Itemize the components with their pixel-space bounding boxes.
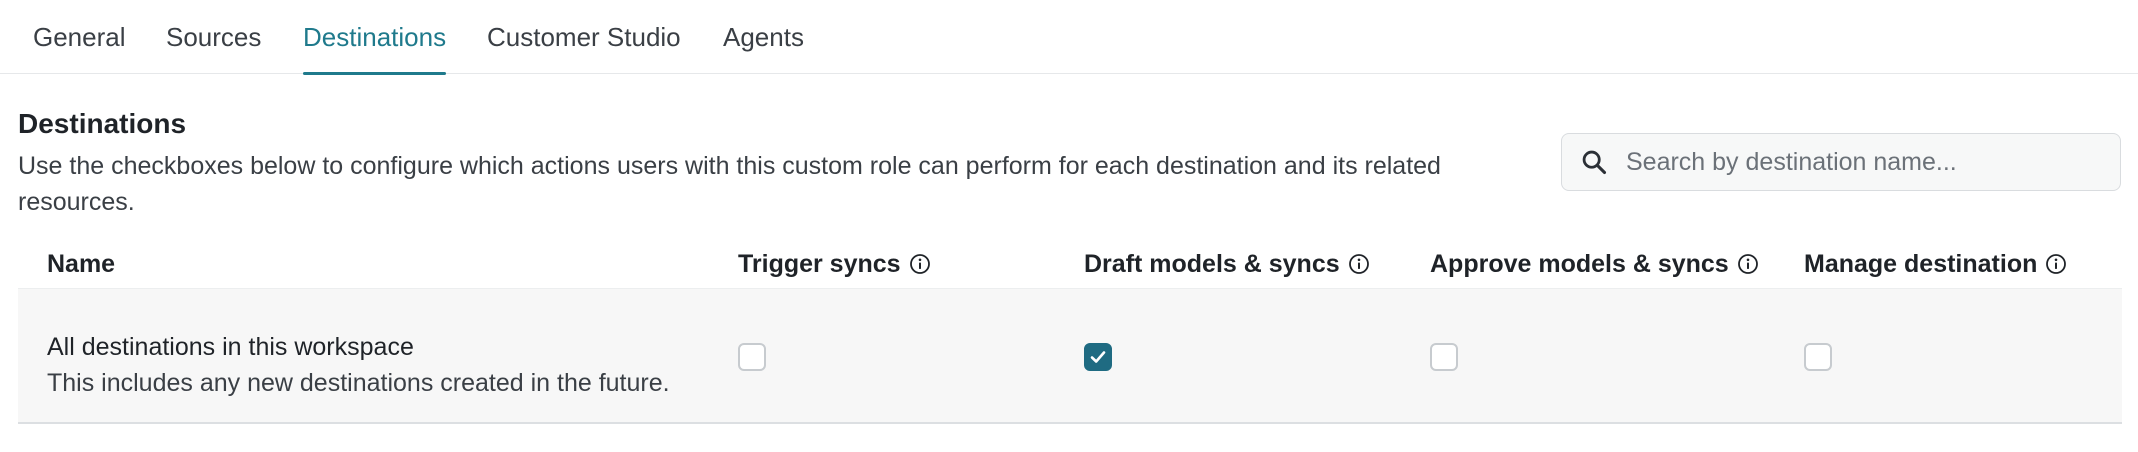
tab-customer-studio[interactable]: Customer Studio	[487, 0, 681, 74]
column-header-approve-models-syncs: Approve models & syncs	[1430, 240, 1759, 288]
trigger-syncs-checkbox[interactable]	[738, 343, 766, 371]
column-header-label: Manage destination	[1804, 249, 2038, 278]
column-header-label: Trigger syncs	[738, 249, 901, 278]
row-subtitle: This includes any new destinations creat…	[47, 369, 670, 397]
search-input[interactable]	[1626, 147, 2106, 177]
column-header-label: Draft models & syncs	[1084, 249, 1340, 278]
destinations-permissions-table: Name Trigger syncs Draft models & syncs …	[18, 240, 2122, 424]
section-description: Use the checkboxes below to configure wh…	[18, 152, 1441, 216]
column-header-label: Name	[47, 249, 116, 278]
table-header: Name Trigger syncs Draft models & syncs …	[18, 240, 2122, 288]
search-box[interactable]	[1561, 133, 2121, 191]
tab-agents[interactable]: Agents	[723, 0, 804, 74]
manage-destination-checkbox[interactable]	[1804, 343, 1832, 371]
column-header-label: Approve models & syncs	[1430, 249, 1729, 278]
checkmark-icon	[1090, 351, 1106, 363]
info-icon[interactable]	[909, 253, 931, 275]
approve-models-syncs-checkbox[interactable]	[1430, 343, 1458, 371]
info-icon[interactable]	[1737, 253, 1759, 275]
section-title: Destinations	[18, 108, 187, 139]
info-icon[interactable]	[2045, 253, 2067, 275]
tab-general[interactable]: General	[33, 0, 126, 74]
row-title: All destinations in this workspace	[47, 333, 414, 361]
column-header-draft-models-syncs: Draft models & syncs	[1084, 240, 1370, 288]
tab-bar: General Sources Destinations Customer St…	[0, 0, 2138, 75]
tab-destinations[interactable]: Destinations	[303, 0, 447, 75]
table-row: All destinations in this workspace This …	[18, 288, 2122, 424]
search-icon	[1582, 150, 1607, 175]
column-header-name: Name	[47, 240, 115, 288]
column-header-manage-destination: Manage destination	[1804, 240, 2067, 288]
info-icon[interactable]	[1348, 253, 1370, 275]
draft-models-syncs-checkbox[interactable]	[1084, 343, 1112, 371]
tab-sources[interactable]: Sources	[166, 0, 261, 74]
column-header-trigger-syncs: Trigger syncs	[738, 240, 931, 288]
